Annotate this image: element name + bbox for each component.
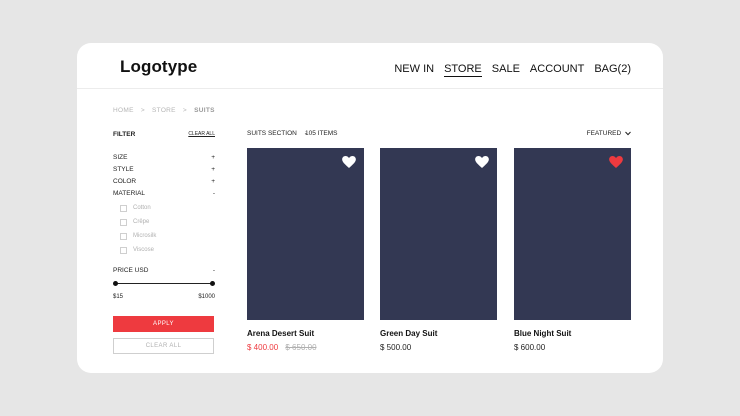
material-options: Cotton Crêpe Microsilk Viscose (120, 201, 215, 257)
chevron-down-icon (625, 131, 631, 136)
apply-button[interactable]: APPLY (113, 316, 214, 332)
breadcrumb-separator: > (140, 107, 145, 114)
product-image[interactable] (380, 148, 497, 320)
expand-icon: + (211, 177, 215, 185)
expand-icon: + (211, 165, 215, 173)
nav-account[interactable]: ACCOUNT (530, 63, 584, 77)
price-min: $15 (113, 294, 124, 300)
product-prices: $ 400.00 $ 650.00 (247, 343, 364, 352)
material-checkbox[interactable] (120, 246, 127, 254)
product-card[interactable]: Green Day Suit $ 500.00 (380, 148, 497, 352)
slider-max-handle[interactable] (210, 281, 215, 286)
product-image[interactable] (247, 148, 364, 320)
facet-label: SIZE (113, 153, 128, 161)
product-name[interactable]: Arena Desert Suit (247, 329, 364, 338)
price-range-labels: $15 $1000 (113, 294, 215, 300)
breadcrumb-store[interactable]: STORE (152, 107, 176, 114)
slider-min-handle[interactable] (113, 281, 118, 286)
option-label: Microsilk (133, 233, 157, 239)
section-label: SUITS SECTION (247, 130, 297, 137)
nav-sale[interactable]: SALE (492, 63, 520, 77)
slider-track (115, 283, 213, 284)
main-nav: NEW IN STORE SALE ACCOUNT BAG(2) (384, 63, 631, 77)
facet-label: STYLE (113, 165, 134, 173)
sort-label: FEATURED (586, 130, 622, 137)
heart-icon[interactable] (475, 156, 489, 168)
material-checkbox[interactable] (120, 204, 127, 212)
product-card[interactable]: Blue Night Suit $ 600.00 (514, 148, 631, 352)
facet-label: MATERIAL (113, 189, 146, 197)
sort-dropdown[interactable]: FEATURED (587, 130, 631, 137)
product-price: $ 500.00 (380, 343, 412, 352)
material-checkbox[interactable] (120, 218, 127, 226)
original-price: $ 650.00 (285, 343, 317, 352)
filter-header: FILTER CLEAR ALL (113, 129, 215, 139)
facet-size[interactable]: SIZE + (113, 151, 215, 163)
product-name[interactable]: Blue Night Suit (514, 329, 631, 338)
material-option: Cotton (120, 201, 215, 215)
breadcrumb-suits: SUITS (194, 107, 215, 114)
facet-list: SIZE + STYLE + COLOR + MATERIAL - Cotton (113, 151, 215, 257)
product-name[interactable]: Green Day Suit (380, 329, 497, 338)
price-facet[interactable]: PRICE USD - (113, 267, 215, 274)
nav-new-in[interactable]: NEW IN (394, 63, 434, 77)
breadcrumb: HOME > STORE > SUITS (113, 107, 220, 114)
material-option: Microsilk (120, 229, 215, 243)
nav-bag[interactable]: BAG(2) (594, 63, 631, 77)
option-label: Viscose (133, 247, 154, 253)
sale-price: $ 400.00 (247, 343, 279, 352)
listing-toolbar: SUITS SECTION - 105 ITEMS FEATURED (247, 130, 631, 140)
clear-all-button[interactable]: CLEAR ALL (113, 338, 214, 354)
facet-color[interactable]: COLOR + (113, 175, 215, 187)
material-option: Crêpe (120, 215, 215, 229)
heart-icon[interactable] (342, 156, 356, 168)
facet-label: COLOR (113, 177, 137, 185)
store-window: Logotype NEW IN STORE SALE ACCOUNT BAG(2… (77, 43, 663, 373)
collapse-icon: - (212, 189, 215, 197)
nav-store[interactable]: STORE (444, 63, 482, 77)
breadcrumb-separator: > (182, 107, 188, 114)
material-option: Viscose (120, 243, 215, 257)
expand-icon: + (211, 153, 215, 161)
collapse-icon: - (212, 267, 215, 274)
product-price: $ 600.00 (514, 343, 546, 352)
product-prices: $ 600.00 (514, 343, 631, 352)
facet-material[interactable]: MATERIAL - (113, 187, 215, 199)
option-label: Cotton (133, 205, 151, 211)
price-range-slider[interactable] (113, 278, 215, 290)
product-prices: $ 500.00 (380, 343, 497, 352)
logo[interactable]: Logotype (120, 57, 197, 77)
heart-filled-icon[interactable] (609, 156, 623, 168)
filter-title: FILTER (113, 130, 136, 138)
items-count: 105 ITEMS (305, 130, 338, 137)
filter-sidebar: FILTER CLEAR ALL SIZE + STYLE + COLOR + … (113, 129, 215, 354)
clear-all-link[interactable]: CLEAR ALL (188, 131, 215, 137)
price-max: $1000 (198, 294, 215, 300)
price-label: PRICE USD (113, 267, 149, 274)
section-dropdown[interactable]: SUITS SECTION - (247, 130, 307, 137)
option-label: Crêpe (133, 219, 150, 225)
material-checkbox[interactable] (120, 232, 127, 240)
product-image[interactable] (514, 148, 631, 320)
site-header: Logotype NEW IN STORE SALE ACCOUNT BAG(2… (77, 43, 663, 89)
product-card[interactable]: Arena Desert Suit $ 400.00 $ 650.00 (247, 148, 364, 352)
breadcrumb-home[interactable]: HOME (113, 107, 134, 114)
facet-style[interactable]: STYLE + (113, 163, 215, 175)
